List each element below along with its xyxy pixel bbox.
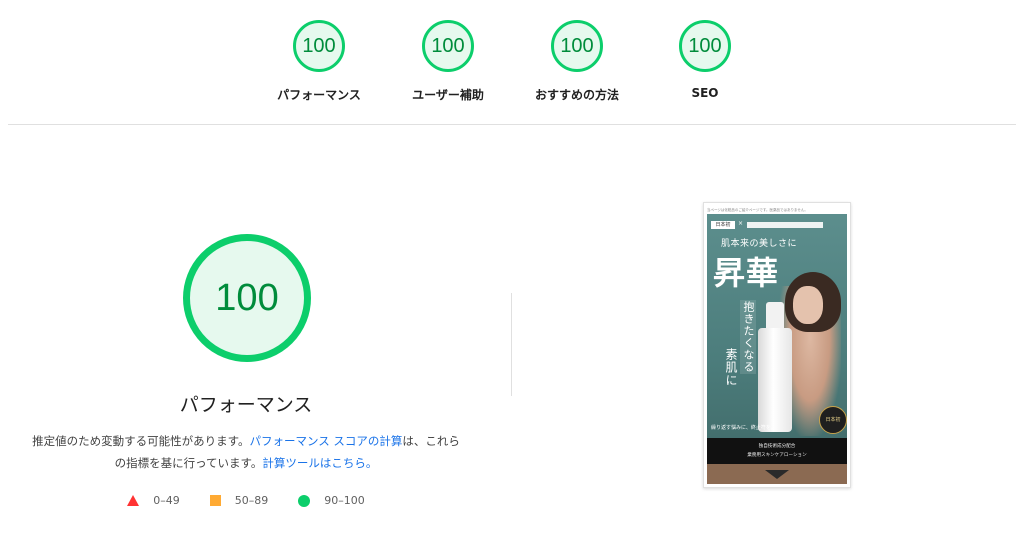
screenshot-cross: × bbox=[738, 220, 744, 227]
legend-item-fail: 0–49 bbox=[127, 494, 180, 507]
pass-circle-icon bbox=[298, 494, 311, 507]
score-description: 推定値のため変動する可能性があります。パフォーマンス スコアの計算は、これらの指… bbox=[28, 430, 464, 474]
screenshot-badge: 日本初 bbox=[819, 406, 847, 434]
description-text: 推定値のため変動する可能性があります。 bbox=[32, 434, 250, 448]
legend-range: 90–100 bbox=[324, 494, 365, 507]
category-gauges: 100 パフォーマンス 100 ユーザー補助 100 おすすめの方法 100 S… bbox=[0, 20, 1024, 112]
legend-range: 50–89 bbox=[234, 494, 269, 507]
section-divider bbox=[8, 124, 1016, 125]
legend-item-pass: 90–100 bbox=[298, 494, 365, 507]
gauge-label: パフォーマンス bbox=[277, 88, 361, 102]
gauge-label: おすすめの方法 bbox=[534, 88, 619, 102]
calculator-link[interactable]: 計算ツールはこちら。 bbox=[262, 456, 377, 470]
screenshot-dark-bar: 独自技術成分配合 業務用スキンケアローション bbox=[707, 438, 847, 464]
gauge-label: ユーザー補助 bbox=[412, 88, 484, 102]
gauge-seo[interactable]: 100 SEO bbox=[640, 20, 770, 100]
down-arrow-icon bbox=[765, 470, 789, 479]
screenshot-headline: 昇華 bbox=[713, 254, 780, 292]
gauge-accessibility[interactable]: 100 ユーザー補助 bbox=[383, 20, 513, 103]
screenshot-vertical-text: 素肌に bbox=[724, 348, 738, 387]
gauge-performance[interactable]: 100 パフォーマンス bbox=[254, 20, 384, 103]
gauge-best-practices[interactable]: 100 おすすめの方法 bbox=[512, 20, 642, 103]
screenshot-brand-box: 日本初 bbox=[711, 221, 735, 229]
page-screenshot-image: 当ページは化粧品のご紹介ページです。医薬品ではありません。 日本初 × 肌本来の… bbox=[707, 206, 847, 484]
score-ring: 100 bbox=[679, 20, 731, 72]
screenshot-strap: 繰り返す悩みに、終止符を。 bbox=[711, 425, 776, 431]
bottle-cap bbox=[766, 302, 784, 328]
screenshot-dark-line: 独自技術成分配合 bbox=[758, 444, 796, 449]
screenshot-vertical-text: 抱きたくなる bbox=[740, 300, 756, 374]
score-ring: 100 bbox=[551, 20, 603, 72]
model-face bbox=[793, 286, 823, 324]
legend-range: 0–49 bbox=[153, 494, 180, 507]
average-square-icon bbox=[209, 495, 221, 506]
legend-item-average: 50–89 bbox=[209, 494, 269, 507]
main-score-title: パフォーマンス bbox=[179, 394, 313, 416]
score-ring: 100 bbox=[422, 20, 474, 72]
screenshot-logo-bar bbox=[747, 222, 823, 228]
final-screenshot[interactable]: 当ページは化粧品のご紹介ページです。医薬品ではありません。 日本初 × 肌本来の… bbox=[703, 202, 851, 488]
score-calculation-link[interactable]: パフォーマンス スコアの計算 bbox=[249, 434, 402, 448]
fail-triangle-icon bbox=[127, 495, 140, 506]
main-score-ring: 100 bbox=[183, 234, 311, 362]
score-ring: 100 bbox=[293, 20, 345, 72]
screenshot-top-text: 当ページは化粧品のご紹介ページです。医薬品ではありません。 bbox=[707, 206, 847, 214]
gauge-label: SEO bbox=[691, 86, 719, 100]
product-bottle bbox=[755, 302, 795, 432]
vertical-divider bbox=[511, 293, 512, 396]
score-legend: 0–49 50–89 90–100 bbox=[0, 494, 492, 507]
bottle-body bbox=[758, 328, 792, 432]
screenshot-dark-line: 業務用スキンケアローション bbox=[747, 453, 807, 458]
